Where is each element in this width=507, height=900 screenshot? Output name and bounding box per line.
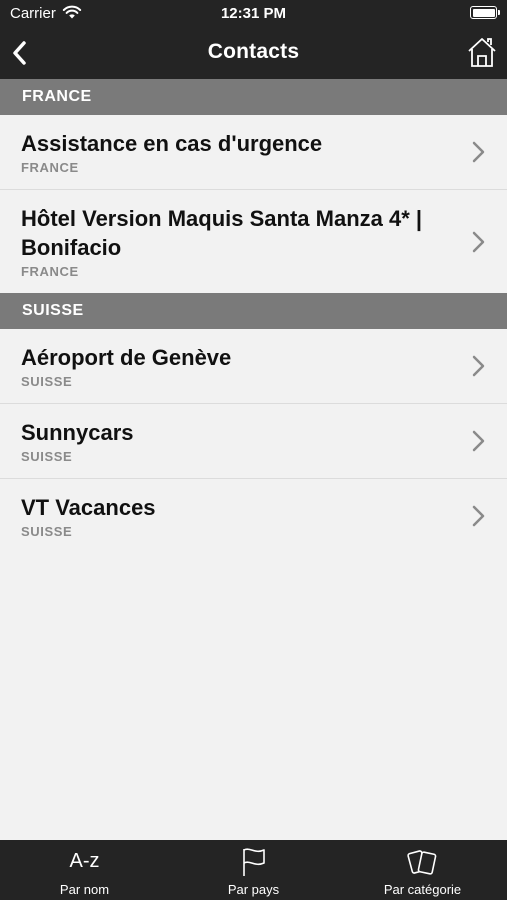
contact-row[interactable]: Aéroport de Genève SUISSE (0, 329, 507, 404)
chevron-right-icon (472, 231, 485, 252)
tab-bar: A-z Par nom Par pays Par catégorie (0, 840, 507, 900)
home-icon[interactable] (467, 36, 497, 68)
contacts-list: FRANCE Assistance en cas d'urgence FRANC… (0, 79, 507, 553)
chevron-right-icon (472, 355, 485, 377)
contact-name: Hôtel Version Maquis Santa Manza 4* | Bo… (21, 206, 423, 260)
chevron-right-icon (472, 505, 485, 527)
az-sort-icon: A-z (69, 850, 100, 872)
contact-row[interactable]: Hôtel Version Maquis Santa Manza 4* | Bo… (0, 190, 507, 293)
top-bar: Carrier 12:31 PM Contacts (0, 0, 507, 79)
chevron-right-icon (472, 141, 485, 163)
section-header-france: FRANCE (0, 79, 507, 115)
section-header-suisse: SUISSE (0, 293, 507, 329)
tab-par-nom[interactable]: A-z Par nom (0, 840, 169, 900)
contact-country: FRANCE (21, 160, 79, 175)
contact-country: SUISSE (21, 524, 73, 539)
contact-country: SUISSE (21, 374, 73, 389)
contact-row[interactable]: Assistance en cas d'urgence FRANCE (0, 115, 507, 190)
contact-row[interactable]: VT Vacances SUISSE (0, 479, 507, 553)
tab-label: Par pays (227, 882, 280, 897)
contact-name: Sunnycars (21, 420, 134, 445)
contact-name: Assistance en cas d'urgence (21, 131, 323, 156)
tab-label: Par catégorie (383, 882, 462, 897)
cards-icon (406, 850, 436, 875)
navigation-bar: Contacts (0, 28, 507, 79)
contact-name: Aéroport de Genève (21, 345, 232, 370)
chevron-right-icon (472, 430, 485, 452)
page-title: Contacts (207, 40, 300, 63)
tab-par-categorie[interactable]: Par catégorie (338, 840, 507, 900)
contact-row[interactable]: Sunnycars SUISSE (0, 404, 507, 479)
status-bar: Carrier 12:31 PM (0, 0, 507, 28)
flag-icon (242, 848, 265, 876)
tab-label: Par nom (59, 882, 110, 897)
contact-country: FRANCE (21, 264, 79, 279)
battery-icon (470, 6, 500, 19)
tab-par-pays[interactable]: Par pays (169, 840, 338, 900)
contact-country: SUISSE (21, 449, 73, 464)
contact-name: VT Vacances (21, 495, 156, 520)
status-time: 12:31 PM (220, 5, 287, 22)
